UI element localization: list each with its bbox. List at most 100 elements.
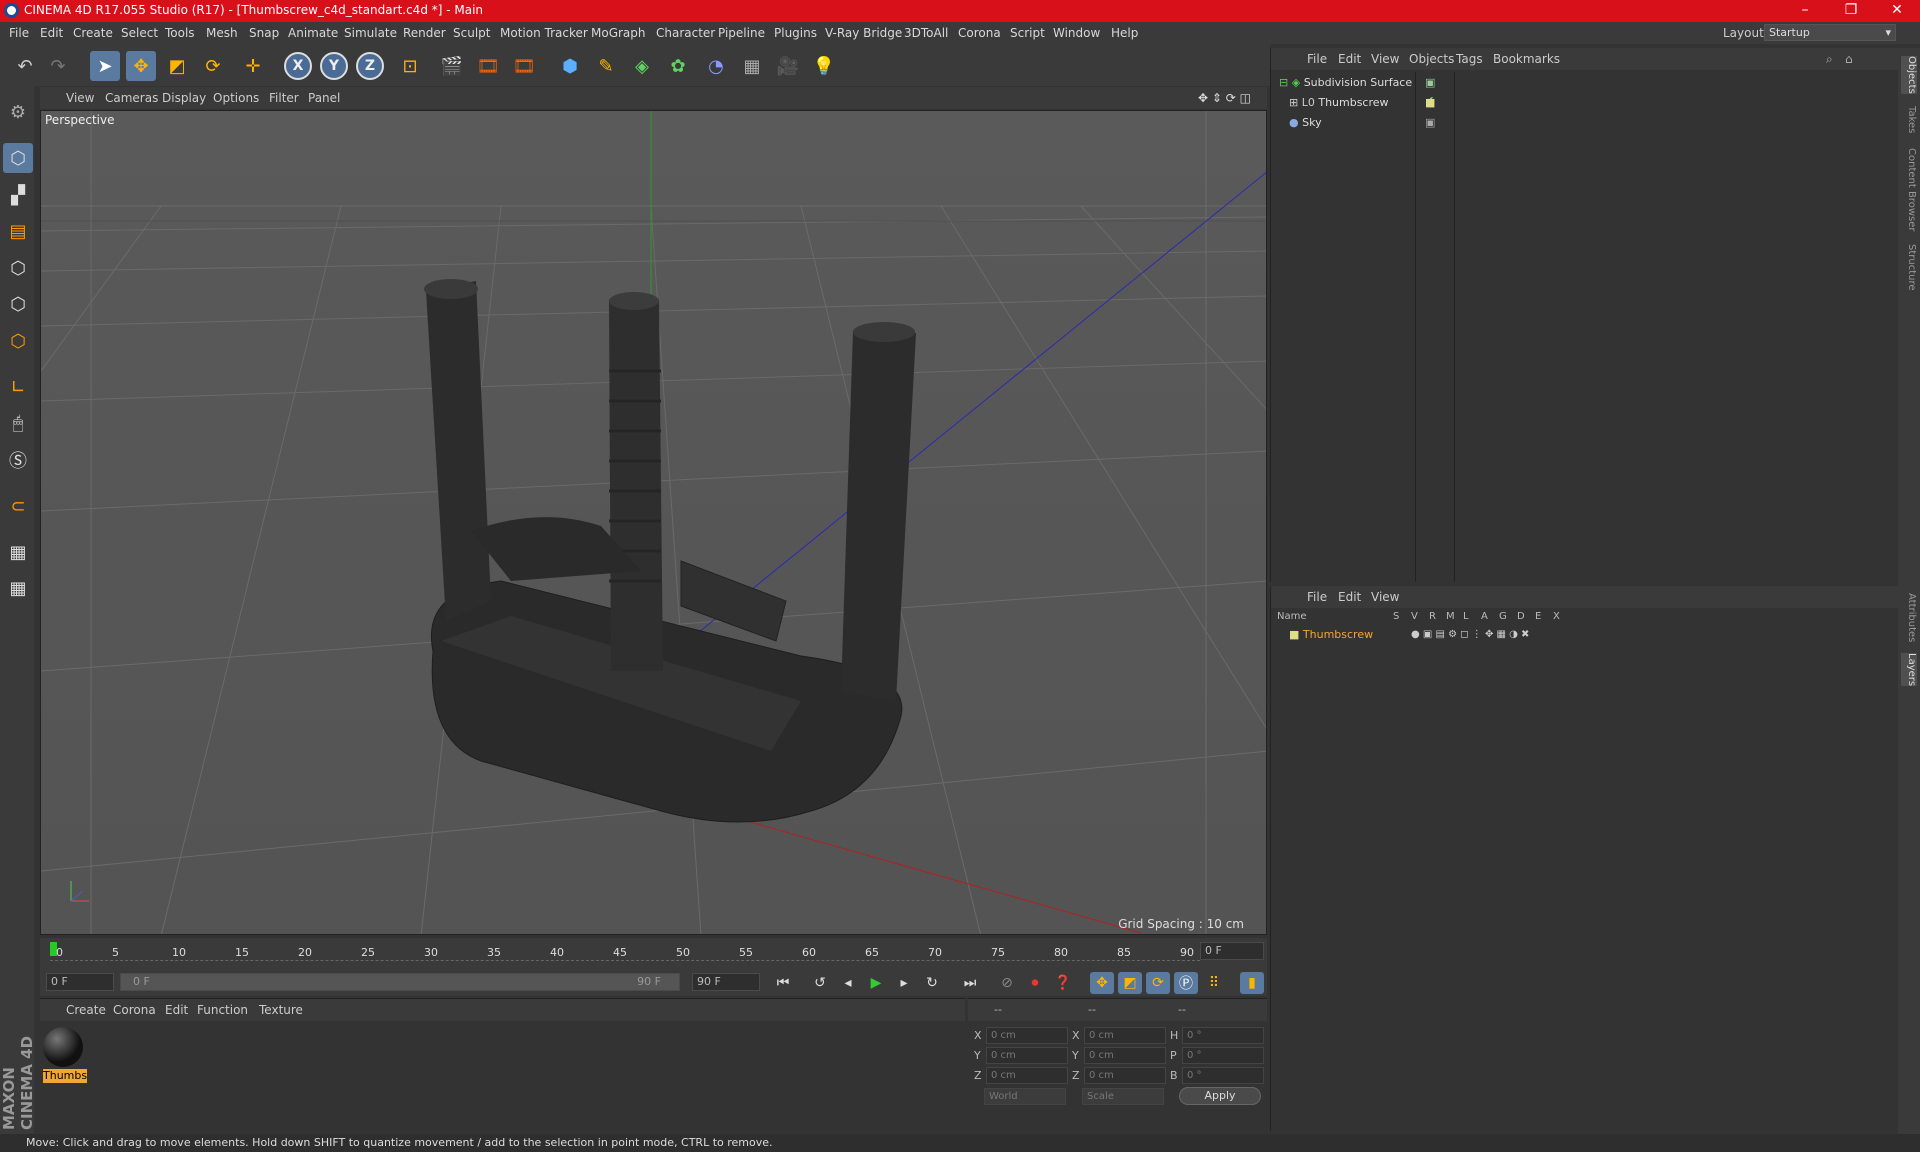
undo-icon[interactable]: ↶ (10, 51, 40, 81)
redo-icon[interactable]: ↷ (43, 51, 73, 81)
menu-tools[interactable]: Tools (165, 26, 195, 40)
menu-3dtoall[interactable]: 3DToAll (904, 26, 948, 40)
viewport-menu-display[interactable]: Display (162, 91, 206, 105)
restore-button[interactable]: ❐ (1828, 0, 1874, 22)
menu-edit[interactable]: Edit (40, 26, 63, 40)
viewport-menu-panel[interactable]: Panel (308, 91, 340, 105)
layer-toggle-icons[interactable]: ● ▣ ▤ ⚙ ◻ ⋮ ✥ ▦ ◑ ✖ (1411, 626, 1529, 644)
rotation-h-field[interactable]: 0 ° (1182, 1027, 1264, 1044)
tweak-mode-icon[interactable]: 🖱 (3, 408, 33, 438)
size-y-field[interactable]: 0 cm (1084, 1047, 1166, 1064)
layout-select[interactable]: Startup ▾ (1764, 24, 1896, 41)
viewport-menu-filter[interactable]: Filter (269, 91, 299, 105)
light-icon[interactable]: 💡 (809, 51, 839, 81)
workplane-lock-icon[interactable]: ▦ (3, 537, 33, 567)
edges-mode-icon[interactable]: ⬡ (3, 289, 33, 319)
deformer-icon[interactable]: ◔ (701, 51, 731, 81)
size-x-field[interactable]: 0 cm (1084, 1027, 1166, 1044)
key-scale-icon[interactable]: ◩ (1118, 972, 1142, 994)
y-axis-lock-icon[interactable]: Y (320, 52, 348, 80)
floor-scene-icon[interactable]: ▦ (737, 51, 767, 81)
locked-workplane-icon[interactable]: ▦ (3, 573, 33, 603)
tab-takes[interactable]: Takes (1901, 106, 1917, 133)
menu-render[interactable]: Render (403, 26, 446, 40)
menu-corona[interactable]: Corona (958, 26, 1001, 40)
key-parameter-icon[interactable]: Ⓟ (1174, 972, 1198, 994)
make-editable-icon[interactable]: ⚙ (3, 97, 33, 127)
menu-create[interactable]: Create (73, 26, 113, 40)
home-icon[interactable]: ⌂ (1845, 52, 1853, 66)
goto-end-icon[interactable]: ⏭ (958, 972, 982, 994)
object-menu-view[interactable]: View (1371, 52, 1399, 66)
goto-start-icon[interactable]: ⏮ (771, 972, 795, 994)
z-axis-lock-icon[interactable]: Z (356, 52, 384, 80)
menu-animate[interactable]: Animate (288, 26, 338, 40)
end-frame-field[interactable]: 90 F (692, 973, 760, 991)
tab-layers[interactable]: Layers (1901, 653, 1917, 687)
move-icon[interactable]: ✥ (126, 51, 156, 81)
object-menu-bookmarks[interactable]: Bookmarks (1493, 52, 1560, 66)
search-icon[interactable]: ⌕ (1826, 52, 1833, 67)
rotation-p-field[interactable]: 0 ° (1182, 1047, 1264, 1064)
start-frame-field[interactable]: 0 F (46, 973, 114, 991)
workplane-mode-icon[interactable]: ▤ (3, 216, 33, 246)
previous-key-icon[interactable]: ↺ (808, 972, 832, 994)
menu-help[interactable]: Help (1111, 26, 1138, 40)
viewport-menu-options[interactable]: Options (213, 91, 259, 105)
snap-settings-icon[interactable]: Ⓢ (3, 445, 33, 475)
rotation-b-field[interactable]: 0 ° (1182, 1067, 1264, 1084)
position-y-field[interactable]: 0 cm (986, 1047, 1068, 1064)
coordinate-mode-select[interactable]: World (984, 1088, 1066, 1105)
position-z-field[interactable]: 0 cm (986, 1067, 1068, 1084)
menu-mograph[interactable]: MoGraph (591, 26, 646, 40)
layer-menu-edit[interactable]: Edit (1338, 590, 1361, 604)
polygons-mode-icon[interactable]: ⬡ (3, 326, 33, 356)
tab-content-browser[interactable]: Content Browser (1901, 148, 1917, 231)
object-menu-tags[interactable]: Tags (1456, 52, 1483, 66)
menu-window[interactable]: Window (1053, 26, 1100, 40)
next-key-icon[interactable]: ↻ (920, 972, 944, 994)
menu-script[interactable]: Script (1010, 26, 1045, 40)
material-menu-create[interactable]: Create (66, 1003, 106, 1017)
viewport-menu-cameras[interactable]: Cameras (105, 91, 158, 105)
object-menu-file[interactable]: File (1307, 52, 1327, 66)
tab-objects[interactable]: Objects (1901, 56, 1917, 94)
menu-file[interactable]: File (9, 26, 29, 40)
material-menu-corona[interactable]: Corona (113, 1003, 156, 1017)
key-pla-icon[interactable]: ⠿ (1202, 972, 1226, 994)
render-picture-viewer-icon[interactable]: 🎞 (473, 51, 503, 81)
x-axis-lock-icon[interactable]: X (284, 52, 312, 80)
points-mode-icon[interactable]: ⬡ (3, 253, 33, 283)
magnet-icon[interactable]: ⊂ (3, 491, 33, 521)
menu-simulate[interactable]: Simulate (344, 26, 397, 40)
menu-vray-bridge[interactable]: V-Ray Bridge (825, 26, 902, 40)
axis-mode-icon[interactable]: ∟ (3, 372, 33, 402)
autokey-icon[interactable]: ⏺ (1023, 972, 1047, 994)
layer-color-icon[interactable]: ■ (1425, 94, 1435, 112)
size-mode-select[interactable]: Scale (1082, 1088, 1164, 1105)
next-frame-icon[interactable]: ▸ (892, 972, 916, 994)
record-keys-icon[interactable]: ⊘ (995, 972, 1019, 994)
tab-structure[interactable]: Structure (1901, 244, 1917, 291)
layer-menu-view[interactable]: View (1371, 590, 1399, 604)
key-rotation-icon[interactable]: ⟳ (1146, 972, 1170, 994)
menu-select[interactable]: Select (121, 26, 158, 40)
perspective-viewport[interactable]: Perspective Grid Spacing : 10 cm (40, 110, 1267, 935)
mograph-cloner-icon[interactable]: ✿ (663, 51, 693, 81)
menu-pipeline[interactable]: Pipeline (718, 26, 765, 40)
size-z-field[interactable]: 0 cm (1084, 1067, 1166, 1084)
material-menu-texture[interactable]: Texture (259, 1003, 303, 1017)
menu-motion-tracker[interactable]: Motion Tracker (500, 26, 588, 40)
object-menu-objects[interactable]: Objects (1409, 52, 1454, 66)
menu-mesh[interactable]: Mesh (206, 26, 238, 40)
select-arrow-icon[interactable]: ➤ (90, 51, 120, 81)
display-tag-icon[interactable]: ▣ (1425, 114, 1435, 132)
key-position-icon[interactable]: ✥ (1090, 972, 1114, 994)
timeline-ruler[interactable]: 0 5 10 15 20 25 30 35 40 45 50 55 60 65 … (40, 938, 1267, 968)
menu-character[interactable]: Character (656, 26, 715, 40)
render-settings-icon[interactable]: 🎞 (509, 51, 539, 81)
material-menu-edit[interactable]: Edit (165, 1003, 188, 1017)
position-x-field[interactable]: 0 cm (986, 1027, 1068, 1044)
subdivision-surface-icon[interactable]: ◈ (627, 51, 657, 81)
tab-attributes[interactable]: Attributes (1901, 593, 1917, 642)
